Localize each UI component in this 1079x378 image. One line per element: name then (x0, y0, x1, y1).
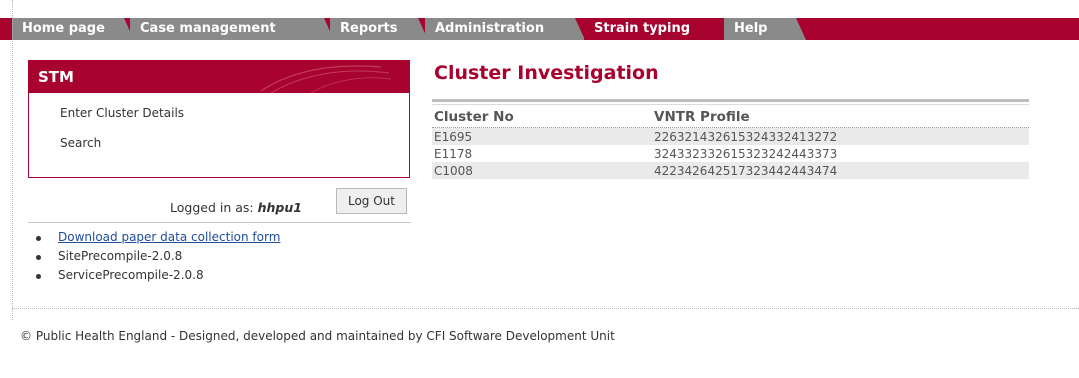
tab-reports[interactable]: Reports (330, 18, 428, 40)
log-out-button[interactable]: Log Out (336, 188, 407, 214)
tab-label: Help (734, 21, 768, 36)
cell-vntr-profile: 226321432615324332413272 (652, 127, 1029, 145)
page-left-border (12, 0, 13, 320)
table-header-row: Cluster No VNTR Profile (432, 105, 1029, 128)
tab-home-page[interactable]: Home page (12, 18, 134, 40)
stm-panel-header: STM (29, 61, 409, 93)
list-item: Download paper data collection form (36, 228, 280, 247)
logged-in-status: Logged in as: hhpu1 (170, 200, 302, 215)
tab-label: Reports (340, 21, 398, 36)
list-item: ServicePrecompile-2.0.8 (36, 266, 280, 285)
stm-panel: STM Enter Cluster Details Search (28, 60, 410, 178)
footer-copyright: © Public Health England - Designed, deve… (20, 329, 615, 343)
tab-case-management[interactable]: Case management (130, 18, 334, 40)
download-form-link[interactable]: Download paper data collection form (58, 230, 280, 244)
service-version-text: ServicePrecompile-2.0.8 (58, 268, 204, 282)
tab-label: Home page (22, 21, 105, 36)
tab-strain-typing[interactable]: Strain typing (584, 18, 724, 40)
table-top-rule (432, 99, 1029, 102)
tab-label: Administration (435, 21, 545, 36)
tab-administration[interactable]: Administration (425, 18, 585, 40)
decorative-swoosh-icon (260, 65, 391, 93)
cell-vntr-profile: 324332332615323242443373 (654, 146, 838, 161)
enter-cluster-details-link[interactable]: Enter Cluster Details (60, 106, 184, 120)
site-version-text: SitePrecompile-2.0.8 (58, 249, 183, 263)
cluster-table: Cluster No VNTR Profile E1695 2263214326… (432, 99, 1029, 179)
tab-label: Case management (140, 21, 276, 36)
page-title: Cluster Investigation (434, 62, 659, 84)
divider (28, 222, 411, 223)
footer-divider (12, 308, 1079, 309)
search-link[interactable]: Search (60, 136, 101, 150)
logged-in-label: Logged in as: (170, 200, 254, 215)
table-row[interactable]: E1178 324332332615323242443373 (432, 145, 1029, 162)
bullet-icon (36, 236, 41, 241)
table-row[interactable]: C1008 422342642517323442443474 (432, 162, 1029, 179)
cluster-grid: Cluster No VNTR Profile E1695 2263214326… (432, 105, 1029, 179)
cell-cluster-no: E1695 (432, 127, 652, 145)
column-header-cluster-no[interactable]: Cluster No (432, 105, 652, 128)
bullet-icon (36, 274, 41, 279)
tab-help[interactable]: Help (724, 18, 806, 40)
stm-panel-title: STM (38, 68, 74, 86)
tab-label: Strain typing (594, 21, 691, 36)
list-item: SitePrecompile-2.0.8 (36, 247, 280, 266)
username: hhpu1 (257, 200, 302, 215)
resource-list: Download paper data collection form Site… (36, 228, 280, 285)
cell-cluster-no: C1008 (432, 162, 652, 179)
cell-vntr-profile: 422342642517323442443474 (652, 162, 1029, 179)
bullet-icon (36, 255, 41, 260)
column-header-vntr-profile[interactable]: VNTR Profile (652, 105, 1029, 128)
cell-cluster-no: E1178 (434, 146, 473, 161)
table-row[interactable]: E1695 226321432615324332413272 (432, 127, 1029, 145)
